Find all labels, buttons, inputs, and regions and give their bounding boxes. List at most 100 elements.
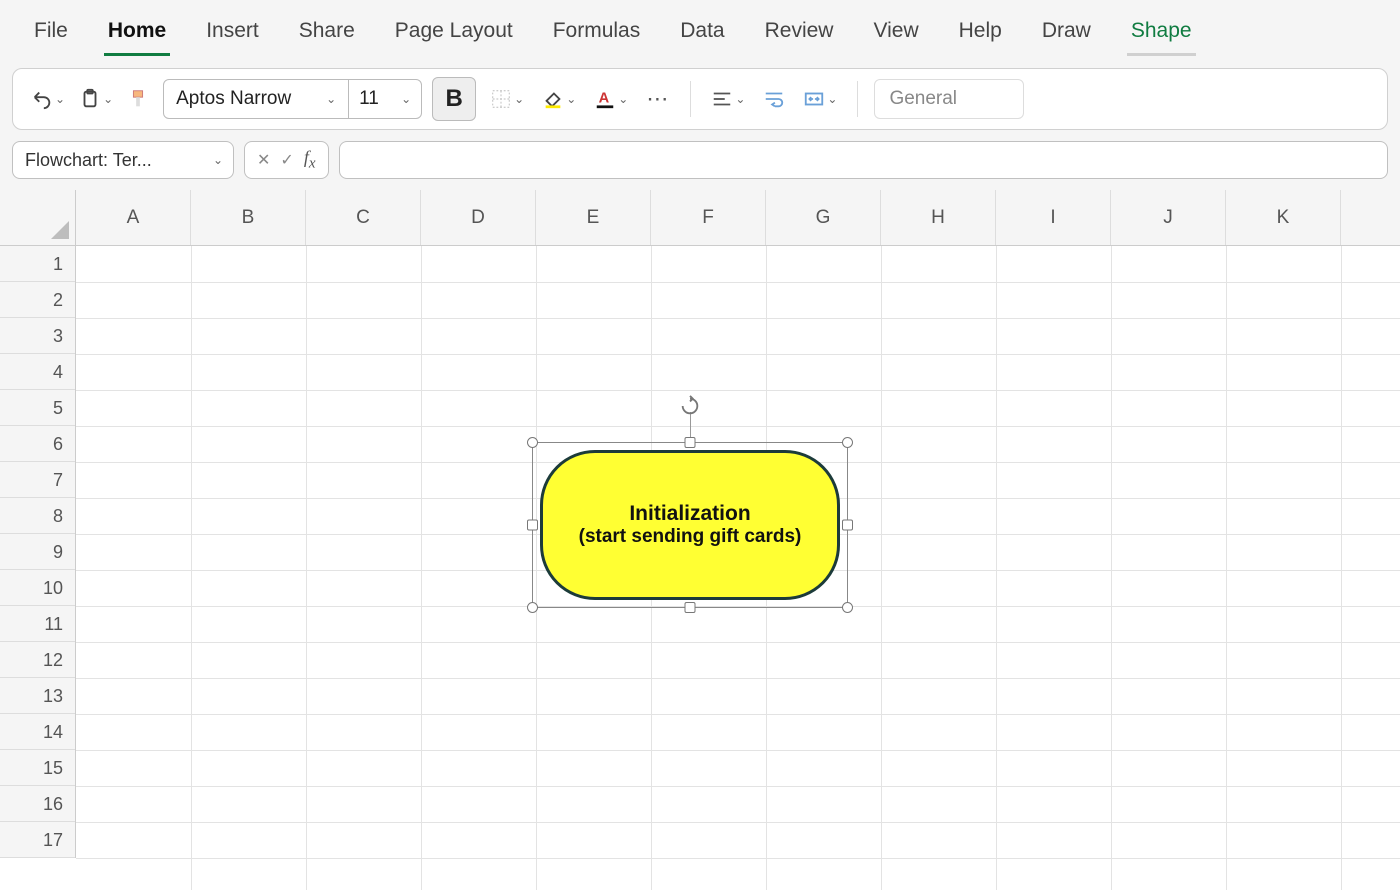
column-headers: A B C D E F G H I J K (76, 190, 1400, 246)
tab-help[interactable]: Help (955, 13, 1006, 56)
format-painter-button[interactable] (123, 81, 153, 117)
tab-home[interactable]: Home (104, 13, 170, 56)
font-size-value: 11 (359, 88, 379, 110)
spreadsheet-grid: A B C D E F G H I J K 1 2 3 4 5 6 7 8 9 … (0, 190, 1400, 890)
font-color-button[interactable]: A ⌄ (590, 81, 632, 117)
wrap-icon (763, 88, 785, 110)
wrap-text-button[interactable] (759, 81, 789, 117)
divider (690, 81, 691, 117)
row-header[interactable]: 6 (0, 426, 75, 462)
row-headers: 1 2 3 4 5 6 7 8 9 10 11 12 13 14 15 16 1… (0, 246, 76, 858)
row-header[interactable]: 1 (0, 246, 75, 282)
undo-icon (31, 88, 53, 110)
number-format-select[interactable]: General (874, 79, 1024, 119)
tab-draw[interactable]: Draw (1038, 13, 1095, 56)
col-header[interactable]: F (651, 190, 766, 245)
row-header[interactable]: 12 (0, 642, 75, 678)
font-controls: Aptos Narrow ⌄ 11 ⌄ (163, 79, 422, 119)
col-header[interactable]: D (421, 190, 536, 245)
row-header[interactable]: 5 (0, 390, 75, 426)
row-header[interactable]: 17 (0, 822, 75, 858)
tab-share[interactable]: Share (295, 13, 359, 56)
tab-data[interactable]: Data (676, 13, 728, 56)
more-font-button[interactable]: ⋯ (642, 81, 674, 117)
ribbon-tabs: File Home Insert Share Page Layout Formu… (0, 0, 1400, 56)
shape-title: Initialization (629, 502, 750, 526)
col-header[interactable]: I (996, 190, 1111, 245)
formula-bar[interactable] (339, 141, 1389, 179)
tab-formulas[interactable]: Formulas (549, 13, 645, 56)
clipboard-button[interactable]: ⌄ (75, 81, 117, 117)
row-header[interactable]: 16 (0, 786, 75, 822)
number-format-value: General (889, 88, 957, 110)
cancel-formula-button[interactable]: ✕ (257, 150, 270, 170)
col-header[interactable]: H (881, 190, 996, 245)
chevron-down-icon: ⌄ (401, 92, 411, 106)
accept-formula-button[interactable]: ✓ (280, 150, 293, 170)
col-header[interactable]: J (1111, 190, 1226, 245)
merge-button[interactable]: ⌄ (799, 81, 841, 117)
borders-button[interactable]: ⌄ (486, 81, 528, 117)
row-header[interactable]: 10 (0, 570, 75, 606)
tab-view[interactable]: View (869, 13, 922, 56)
formula-controls: ✕ ✓ fx (244, 141, 329, 179)
tab-shape[interactable]: Shape (1127, 13, 1196, 56)
chevron-down-icon: ⌄ (55, 92, 65, 106)
row-header[interactable]: 4 (0, 354, 75, 390)
toolbar: ⌄ ⌄ Aptos Narrow ⌄ 11 ⌄ B ⌄ ⌄ A ⌄ ⋯ (12, 68, 1388, 130)
col-header[interactable]: G (766, 190, 881, 245)
clipboard-icon (79, 88, 101, 110)
font-size-select[interactable]: 11 ⌄ (349, 80, 421, 118)
row-header[interactable]: 15 (0, 750, 75, 786)
row-header[interactable]: 9 (0, 534, 75, 570)
row-header[interactable]: 14 (0, 714, 75, 750)
chevron-down-icon: ⌄ (514, 92, 524, 106)
chevron-down-icon: ⌄ (566, 92, 576, 106)
row-header[interactable]: 11 (0, 606, 75, 642)
shape-body[interactable]: Initialization (start sending gift cards… (540, 450, 840, 600)
font-name-select[interactable]: Aptos Narrow ⌄ (164, 80, 349, 118)
fill-bucket-icon (542, 88, 564, 110)
col-header[interactable]: C (306, 190, 421, 245)
tab-page-layout[interactable]: Page Layout (391, 13, 517, 56)
row-header[interactable]: 8 (0, 498, 75, 534)
borders-icon (490, 88, 512, 110)
col-header[interactable]: B (191, 190, 306, 245)
flowchart-terminator-shape[interactable]: Initialization (start sending gift cards… (540, 450, 840, 600)
chevron-down-icon: ⌄ (326, 92, 336, 106)
col-header[interactable]: K (1226, 190, 1341, 245)
row-header[interactable]: 7 (0, 462, 75, 498)
select-all-corner[interactable] (0, 190, 76, 246)
chevron-down-icon: ⌄ (618, 92, 628, 106)
merge-icon (803, 88, 825, 110)
name-box[interactable]: Flowchart: Ter... ⌄ (12, 141, 234, 179)
font-name-value: Aptos Narrow (176, 88, 291, 110)
chevron-down-icon: ⌄ (735, 92, 745, 106)
tab-file[interactable]: File (30, 13, 72, 56)
paintbrush-icon (127, 88, 149, 110)
row-header[interactable]: 3 (0, 318, 75, 354)
col-header[interactable]: E (536, 190, 651, 245)
row-header[interactable]: 13 (0, 678, 75, 714)
fx-icon[interactable]: fx (304, 147, 316, 173)
fill-color-button[interactable]: ⌄ (538, 81, 580, 117)
col-header[interactable]: A (76, 190, 191, 245)
svg-text:A: A (599, 91, 610, 107)
font-color-icon: A (594, 88, 616, 110)
tab-insert[interactable]: Insert (202, 13, 263, 56)
shape-subtitle: (start sending gift cards) (579, 526, 802, 548)
chevron-down-icon: ⌄ (827, 92, 837, 106)
tab-review[interactable]: Review (761, 13, 838, 56)
divider (857, 81, 858, 117)
row-header[interactable]: 2 (0, 282, 75, 318)
chevron-down-icon: ⌄ (103, 92, 113, 106)
align-icon (711, 88, 733, 110)
undo-button[interactable]: ⌄ (27, 81, 69, 117)
rotate-handle[interactable] (679, 395, 701, 422)
chevron-down-icon: ⌄ (213, 153, 223, 167)
bold-button[interactable]: B (432, 77, 476, 121)
name-box-value: Flowchart: Ter... (25, 150, 152, 171)
align-button[interactable]: ⌄ (707, 81, 749, 117)
formula-row: Flowchart: Ter... ⌄ ✕ ✓ fx (12, 140, 1388, 180)
rotate-icon (679, 395, 701, 417)
